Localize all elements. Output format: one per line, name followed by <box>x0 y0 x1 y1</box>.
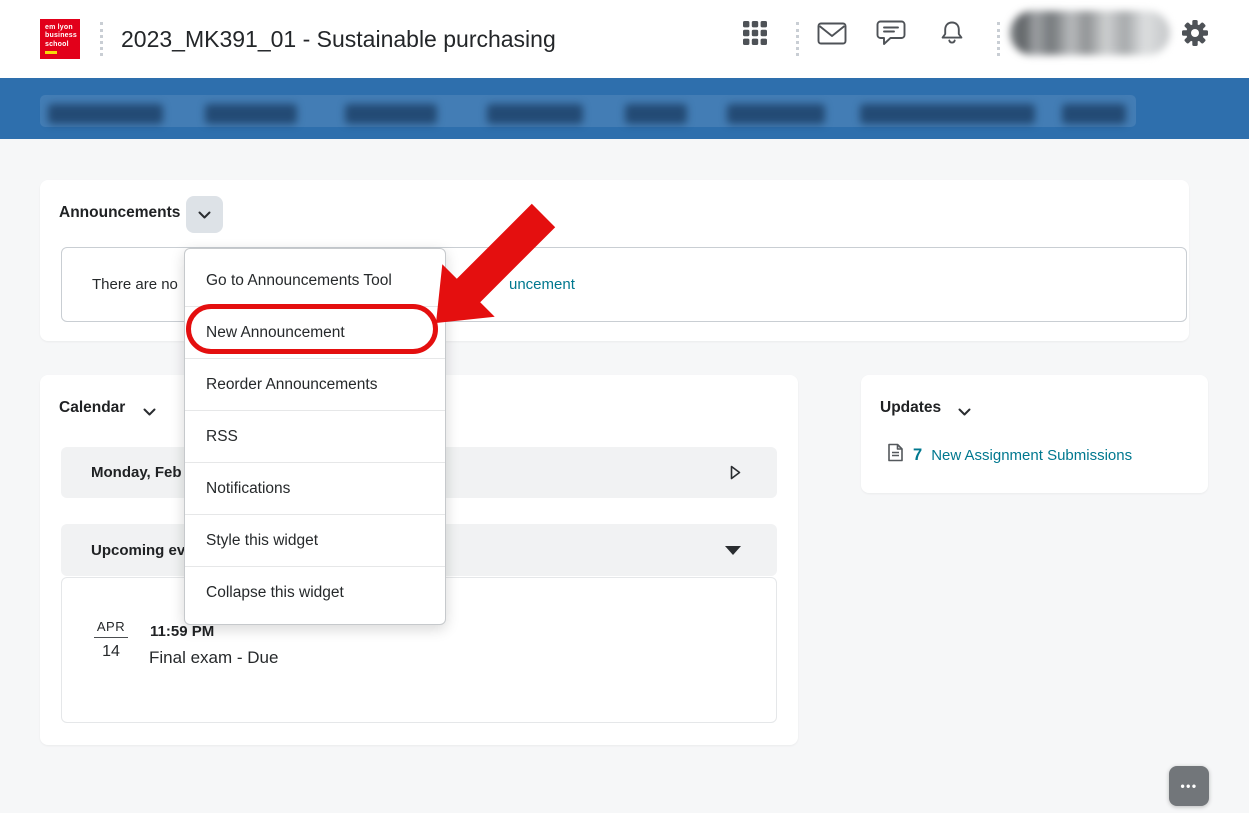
header-separator <box>997 22 1000 56</box>
email-icon[interactable] <box>817 22 847 45</box>
course-navbar <box>0 78 1249 139</box>
event-time: 11:59 PM <box>150 623 214 640</box>
logo-accent <box>45 51 57 54</box>
nav-item-redacted[interactable] <box>487 104 583 124</box>
logo-text: business <box>45 32 80 41</box>
updates-menu-chevron-icon[interactable] <box>958 403 971 421</box>
upcoming-events-text: Upcoming ev <box>91 542 185 559</box>
announcements-empty-text: There are no <box>92 248 178 321</box>
ellipsis-icon: ••• <box>1180 779 1197 793</box>
logo-text: em lyon <box>45 24 80 33</box>
more-options-button[interactable]: ••• <box>1169 766 1209 806</box>
notifications-bell-icon[interactable] <box>938 19 966 47</box>
announcements-menu-button[interactable] <box>186 196 223 233</box>
menu-item-collapse-this-widget[interactable]: Collapse this widget <box>185 566 445 618</box>
menu-item-rss[interactable]: RSS <box>185 410 445 462</box>
calendar-menu-chevron-icon[interactable] <box>143 403 156 421</box>
logo-text: school <box>45 41 80 50</box>
user-profile-redacted[interactable] <box>1010 11 1170 55</box>
waffle-apps-icon[interactable] <box>741 19 769 47</box>
menu-item-new-announcement[interactable]: New Announcement <box>185 306 445 358</box>
collapse-triangle-icon[interactable] <box>725 546 741 555</box>
calendar-next-icon[interactable] <box>730 465 741 480</box>
chevron-down-icon <box>198 207 211 222</box>
emlyon-logo[interactable]: em lyon business school <box>40 19 80 59</box>
assignment-submissions-link[interactable]: 7 New Assignment Submissions <box>887 443 1132 467</box>
menu-item-style-this-widget[interactable]: Style this widget <box>185 514 445 566</box>
course-title[interactable]: 2023_MK391_01 - Sustainable purchasing <box>121 0 556 78</box>
announcements-title: Announcements <box>59 204 180 222</box>
submissions-count[interactable]: 7 <box>913 446 922 465</box>
nav-item-redacted[interactable] <box>625 104 687 124</box>
nav-item-redacted[interactable] <box>860 104 1035 124</box>
nav-item-redacted[interactable] <box>345 104 437 124</box>
chat-icon[interactable] <box>876 20 906 47</box>
event-title: Final exam - Due <box>149 648 278 668</box>
nav-item-redacted[interactable] <box>205 104 297 124</box>
calendar-title: Calendar <box>59 399 125 417</box>
top-header: em lyon business school 2023_MK391_01 - … <box>0 0 1249 78</box>
assignment-icon <box>887 443 904 467</box>
event-day: 14 <box>88 643 134 661</box>
calendar-date-text: Monday, Feb <box>91 464 182 481</box>
event-date: APR 14 <box>88 618 134 661</box>
nav-item-redacted[interactable] <box>48 104 163 124</box>
nav-item-redacted[interactable] <box>727 104 825 124</box>
header-separator <box>796 22 799 56</box>
menu-item-reorder-announcements[interactable]: Reorder Announcements <box>185 358 445 410</box>
menu-item-go-to-announcements-tool[interactable]: Go to Announcements Tool <box>185 255 445 306</box>
announcements-context-menu: Go to Announcements Tool New Announcemen… <box>184 248 446 625</box>
create-announcement-link[interactable]: uncement <box>509 248 575 321</box>
updates-widget: Updates 7 New Assignment Submissions <box>861 375 1208 493</box>
nav-item-redacted[interactable] <box>1062 104 1126 124</box>
event-month: APR <box>94 619 128 638</box>
menu-item-notifications[interactable]: Notifications <box>185 462 445 514</box>
updates-title: Updates <box>880 399 941 417</box>
page: em lyon business school 2023_MK391_01 - … <box>0 0 1249 813</box>
submissions-link-label[interactable]: New Assignment Submissions <box>931 447 1132 464</box>
header-separator <box>100 22 103 56</box>
settings-gear-icon[interactable] <box>1181 19 1209 47</box>
